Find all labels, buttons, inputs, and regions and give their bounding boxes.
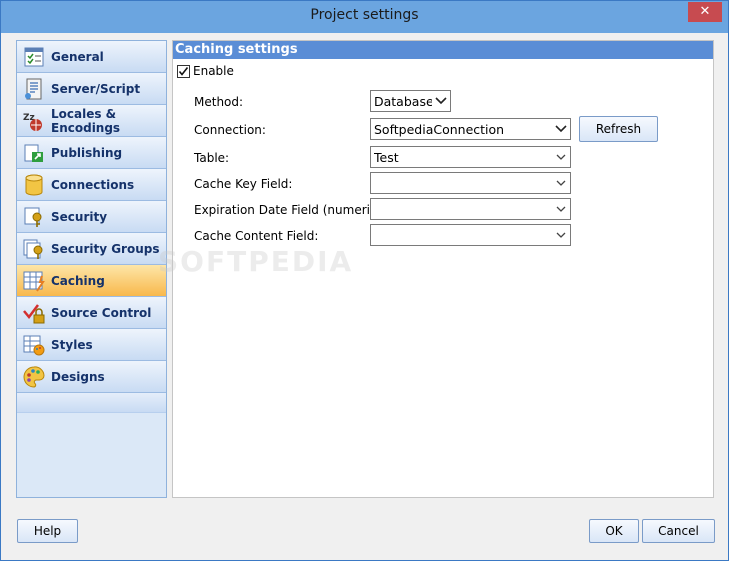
sidebar-item-label: General (51, 49, 104, 64)
sidebar-item-caching[interactable]: Caching (17, 265, 166, 297)
sidebar-item-label: Styles (51, 337, 93, 352)
sidebar-item-label: Server/Script (51, 81, 141, 96)
sidebar-item-label: Security Groups (51, 241, 160, 256)
cache-key-select[interactable] (370, 172, 571, 194)
sidebar-item-label: Publishing (51, 145, 123, 160)
sidebar-item-designs[interactable]: Designs (17, 361, 166, 393)
project-settings-window: Project settings ✕ General Server/Script… (0, 0, 729, 561)
sidebar-item-general[interactable]: General (17, 41, 166, 73)
refresh-button[interactable]: Refresh (579, 116, 658, 142)
cache-content-select[interactable] (370, 224, 571, 246)
server-script-icon (25, 78, 42, 99)
security-icon (24, 207, 42, 227)
sidebar-item-source-control[interactable]: Source Control (17, 297, 166, 329)
sidebar-item-security[interactable]: Security (17, 201, 166, 233)
close-icon: ✕ (699, 4, 711, 19)
sidebar-filler (17, 393, 166, 413)
section-header: Caching settings (173, 41, 713, 59)
window-title: Project settings (310, 7, 419, 23)
dialog-client: General Server/Script Zz Locales & Encod… (8, 33, 721, 553)
cache-key-label: Cache Key Field: (194, 177, 293, 191)
enable-row: Enable (177, 64, 234, 78)
settings-sidebar: General Server/Script Zz Locales & Encod… (16, 40, 167, 498)
enable-label: Enable (193, 64, 234, 78)
palette-icon (23, 365, 45, 388)
cancel-button[interactable]: Cancel (642, 519, 715, 543)
sidebar-item-locales-encodings[interactable]: Zz Locales & Encodings (17, 105, 166, 137)
caching-icon (23, 271, 45, 292)
sidebar-item-label: Source Control (51, 305, 152, 320)
help-button[interactable]: Help (17, 519, 78, 543)
checkmark-icon (178, 66, 189, 76)
title-bar[interactable]: Project settings ✕ (1, 1, 728, 33)
sidebar-item-server-script[interactable]: Server/Script (17, 73, 166, 105)
table-select[interactable]: Test (370, 146, 571, 168)
method-value: Database (374, 93, 432, 109)
chevron-down-icon (552, 147, 570, 167)
table-value: Test (374, 149, 399, 165)
chevron-down-icon (552, 199, 570, 219)
expiration-select[interactable] (370, 198, 571, 220)
styles-icon (23, 335, 45, 355)
close-button[interactable]: ✕ (688, 2, 722, 22)
sidebar-item-label: Security (51, 209, 108, 224)
method-label: Method: (194, 95, 244, 109)
chevron-down-icon (552, 225, 570, 245)
sidebar-item-publishing[interactable]: Publishing (17, 137, 166, 169)
expiration-label: Expiration Date Field (numeric): (194, 203, 386, 217)
publishing-icon (24, 144, 43, 162)
connection-value: SoftpediaConnection (374, 121, 505, 137)
sidebar-item-connections[interactable]: Connections (17, 169, 166, 201)
sidebar-item-label: Designs (51, 369, 105, 384)
security-groups-icon (23, 239, 43, 259)
sidebar-item-security-groups[interactable]: Security Groups (17, 233, 166, 265)
database-icon (25, 174, 43, 195)
connection-label: Connection: (194, 123, 266, 137)
sidebar-item-styles[interactable]: Styles (17, 329, 166, 361)
locales-icon: Zz (23, 113, 42, 131)
method-select[interactable]: Database (370, 90, 451, 112)
ok-button[interactable]: OK (589, 519, 639, 543)
enable-checkbox[interactable] (177, 64, 190, 78)
chevron-down-icon (552, 119, 570, 139)
chevron-down-icon (432, 91, 450, 111)
chevron-down-icon (552, 173, 570, 193)
cache-content-label: Cache Content Field: (194, 229, 319, 243)
source-control-icon (23, 303, 45, 323)
watermark: SOFTPEDIA (158, 245, 354, 278)
table-label: Table: (194, 151, 230, 165)
sidebar-item-label: Caching (51, 273, 105, 288)
connection-select[interactable]: SoftpediaConnection (370, 118, 571, 140)
sidebar-item-label: Locales & Encodings (51, 106, 121, 135)
sidebar-item-label: Connections (51, 177, 135, 192)
checklist-icon (24, 47, 44, 66)
